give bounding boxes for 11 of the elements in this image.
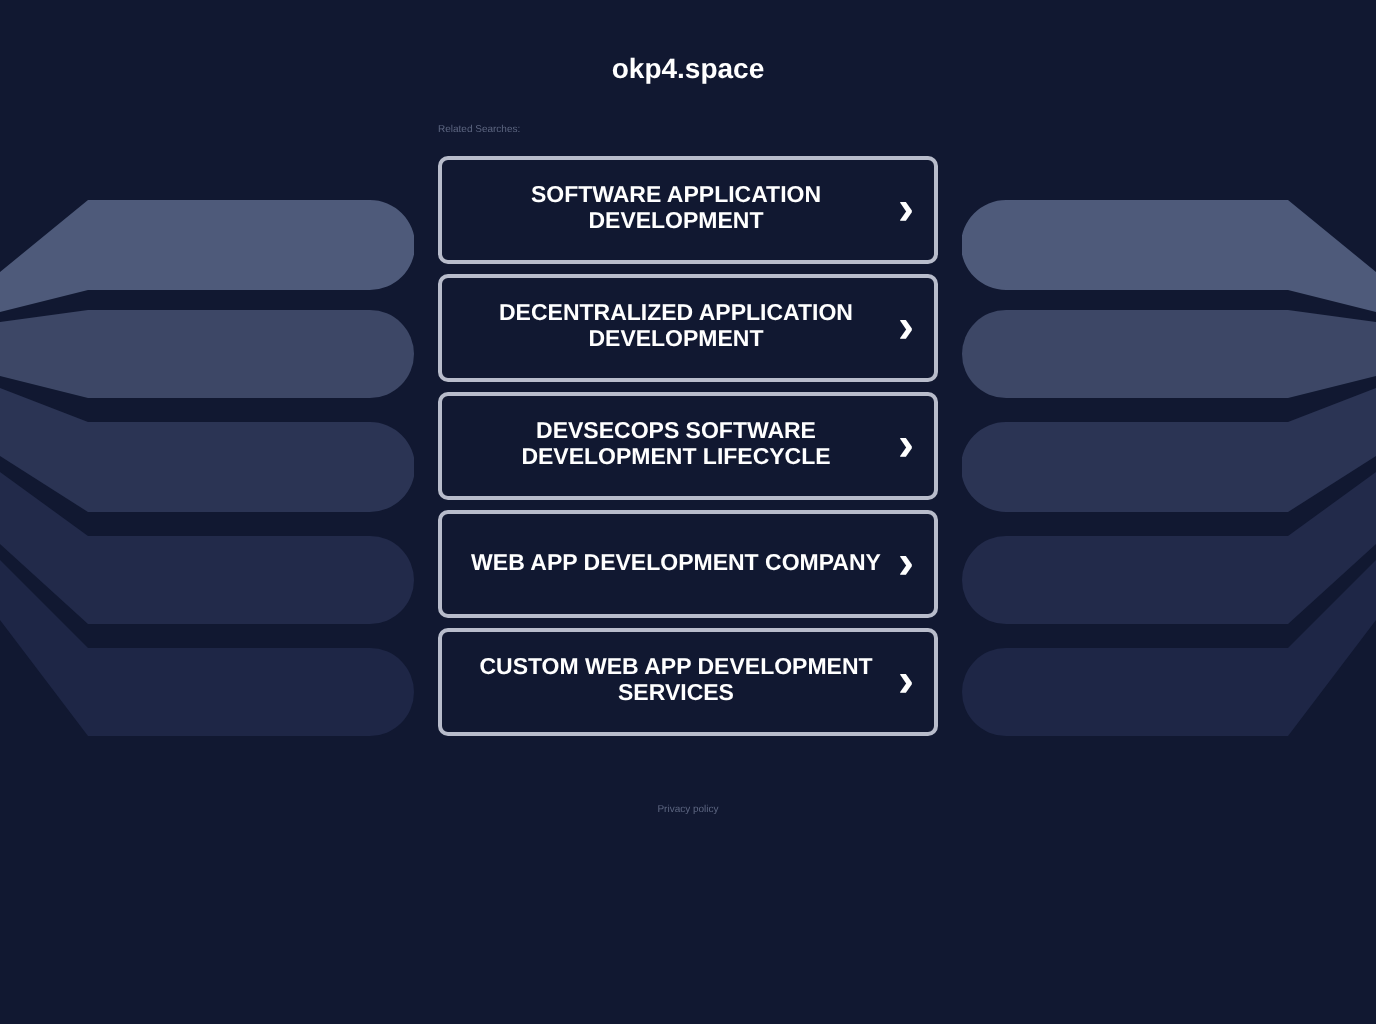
- chevron-icon: ›: [898, 426, 914, 466]
- chevron-icon: ›: [898, 190, 914, 230]
- search-link[interactable]: WEB APP DEVELOPMENT COMPANY ›: [438, 510, 938, 618]
- search-link[interactable]: SOFTWARE APPLICATION DEVELOPMENT ›: [438, 156, 938, 264]
- search-link[interactable]: DECENTRALIZED APPLICATION DEVELOPMENT ›: [438, 274, 938, 382]
- chevron-icon: ›: [898, 308, 914, 348]
- chevron-icon: ›: [898, 662, 914, 702]
- search-link[interactable]: DEVSECOPS SOFTWARE DEVELOPMENT LIFECYCLE ›: [438, 392, 938, 500]
- chevron-icon: ›: [898, 544, 914, 584]
- site-title: okp4.space: [611, 52, 765, 88]
- search-link[interactable]: CUSTOM WEB APP DEVELOPMENT SERVICES ›: [438, 628, 938, 736]
